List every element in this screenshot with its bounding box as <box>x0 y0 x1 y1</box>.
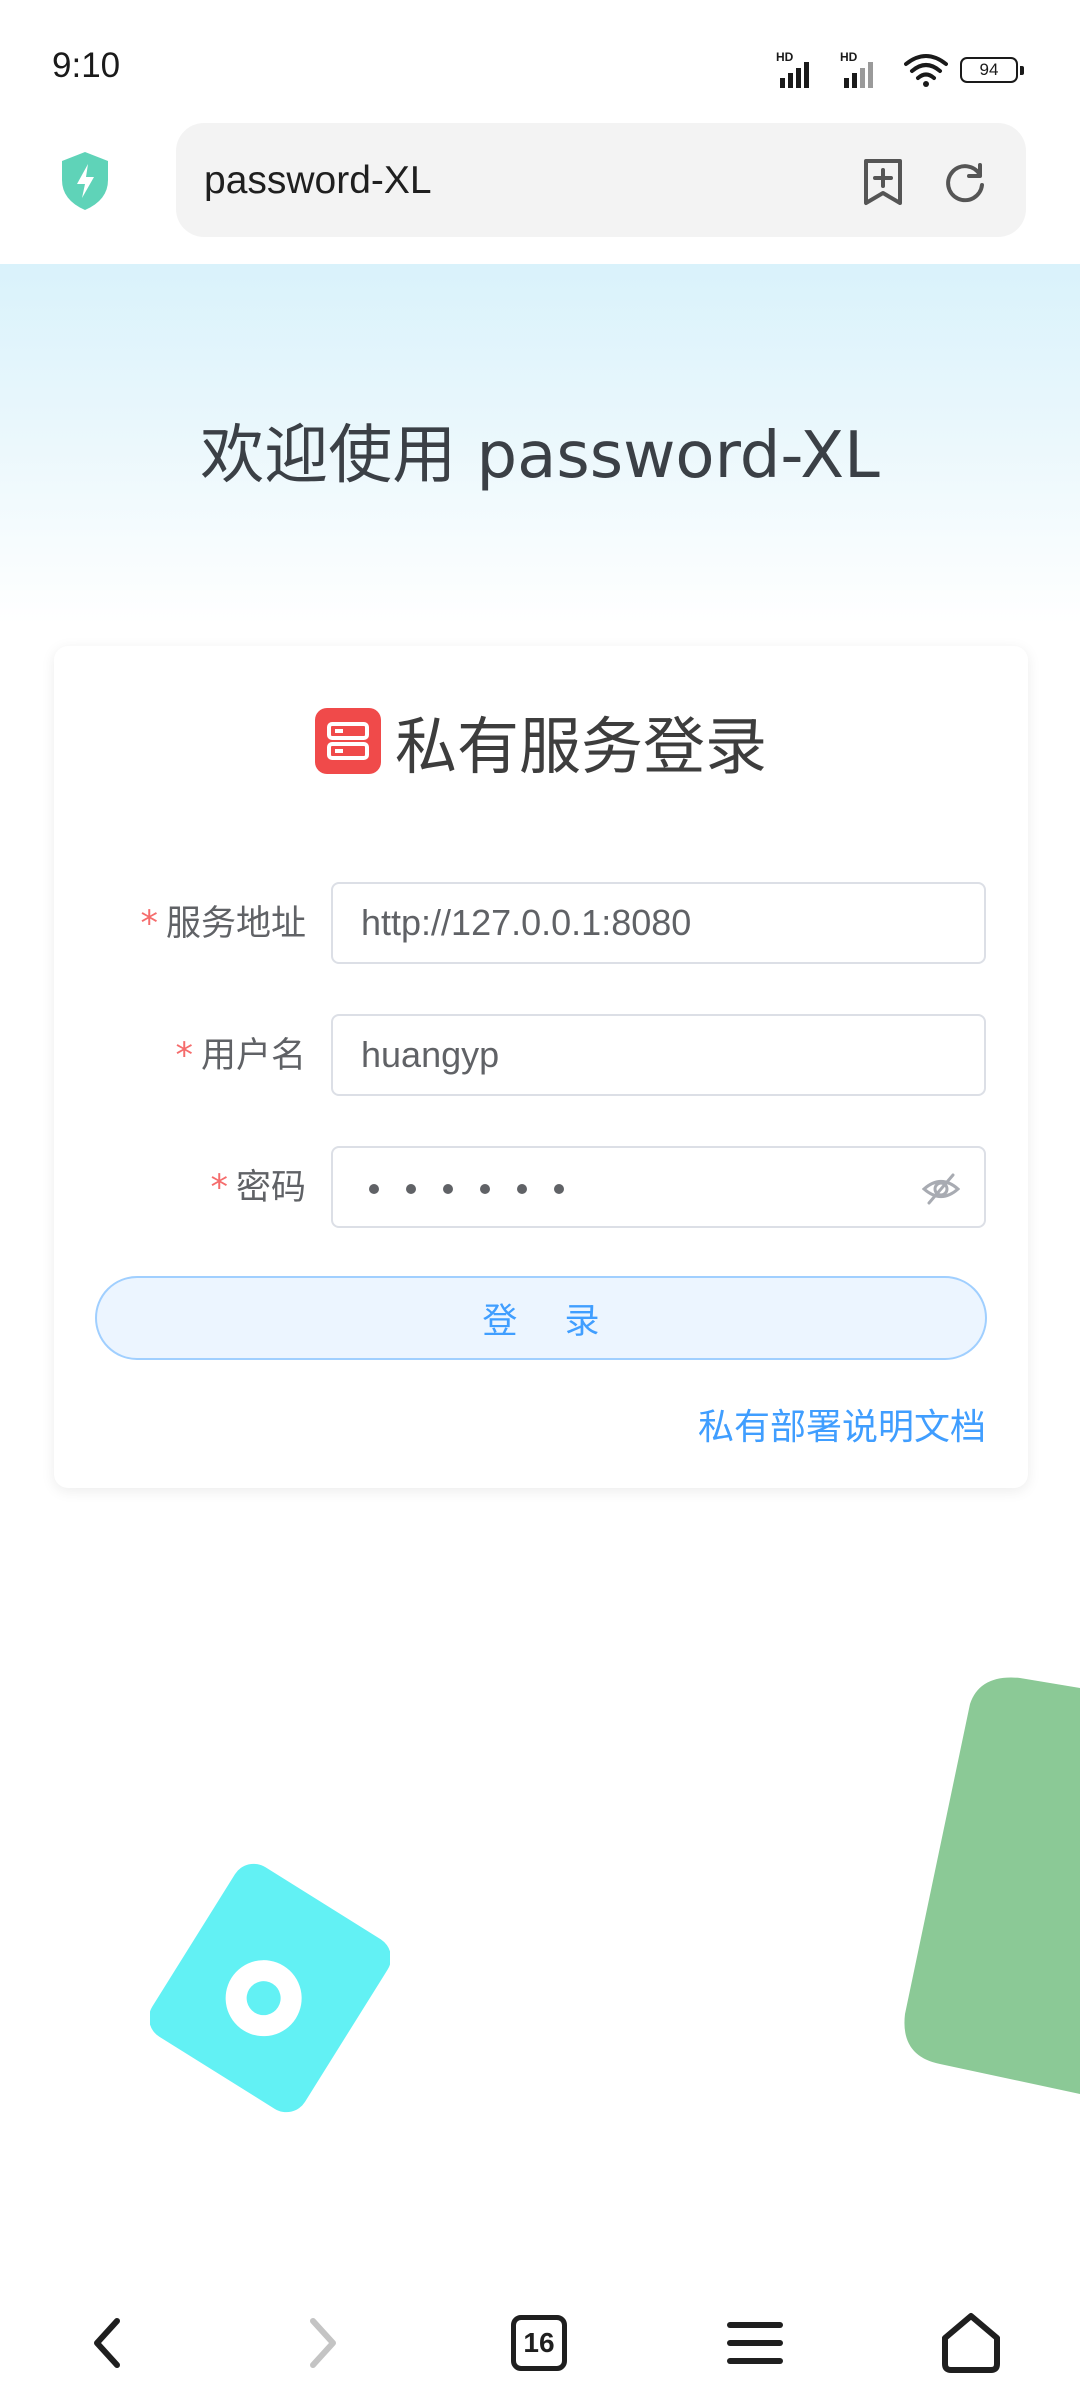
password-dot <box>443 1184 453 1194</box>
back-icon[interactable] <box>89 2315 125 2371</box>
shield-icon[interactable] <box>58 150 112 212</box>
welcome-title: 欢迎使用 password-XL <box>200 419 880 493</box>
server-address-label: * 服务地址 <box>140 882 306 966</box>
menu-button[interactable] <box>710 2308 800 2378</box>
password-dots[interactable] <box>369 1184 564 1194</box>
required-mark: * <box>175 1036 193 1076</box>
tab-count[interactable]: 16 <box>523 2327 554 2359</box>
server-address-label-text: 服务地址 <box>165 904 306 944</box>
signal-icon-2: HD <box>840 50 892 88</box>
back-button[interactable] <box>62 2308 152 2378</box>
forward-button[interactable] <box>278 2308 368 2378</box>
decorative-green-shape <box>904 1677 1080 2094</box>
password-label: * 密码 <box>210 1146 306 1230</box>
required-mark: * <box>140 904 158 944</box>
login-card: 私有服务登录 * 服务地址 http://127.0.0.1:8080 * 用户名 … <box>54 646 1028 1488</box>
login-button[interactable]: 登 录 <box>95 1276 987 1360</box>
card-title: 私有服务登录 <box>394 710 767 783</box>
password-dot <box>517 1184 527 1194</box>
server-icon <box>314 708 381 774</box>
tabs-button[interactable]: 16 <box>494 2308 584 2378</box>
menu-icon[interactable] <box>726 2317 784 2369</box>
battery-icon: 94 <box>960 57 1024 83</box>
password-dot <box>406 1184 416 1194</box>
password-dot <box>554 1184 564 1194</box>
card-header: 私有服务登录 <box>54 646 1028 816</box>
username-value[interactable]: huangyp <box>361 1016 499 1094</box>
eye-off-icon[interactable] <box>922 1172 960 1206</box>
status-icons: HD HD 94 <box>776 50 1024 90</box>
reload-icon[interactable] <box>942 159 988 205</box>
forward-icon[interactable] <box>305 2315 341 2371</box>
address-text[interactable]: password-XL <box>204 159 432 203</box>
server-address-row: * 服务地址 http://127.0.0.1:8080 <box>54 882 1028 966</box>
home-button[interactable] <box>926 2308 1016 2378</box>
username-label: * 用户名 <box>175 1014 306 1098</box>
password-input[interactable] <box>331 1146 986 1228</box>
status-time: 9:10 <box>52 46 121 85</box>
username-input[interactable]: huangyp <box>331 1014 986 1096</box>
bottom-navigation: 16 <box>0 2308 1080 2400</box>
server-address-input[interactable]: http://127.0.0.1:8080 <box>331 882 986 964</box>
password-dot <box>480 1184 490 1194</box>
address-bar[interactable]: password-XL <box>176 123 1026 237</box>
wifi-icon <box>904 54 948 87</box>
home-icon[interactable] <box>939 2312 1003 2374</box>
signal-icon: HD <box>776 50 828 88</box>
password-row: * 密码 <box>54 1146 1028 1230</box>
password-label-text: 密码 <box>235 1168 306 1208</box>
username-row: * 用户名 huangyp <box>54 1014 1028 1098</box>
deployment-docs-link[interactable]: 私有部署说明文档 <box>698 1398 986 1450</box>
bookmark-add-icon[interactable] <box>860 157 906 207</box>
battery-level: 94 <box>979 60 999 79</box>
required-mark: * <box>210 1168 228 1208</box>
browser-toolbar: password-XL <box>0 120 1080 264</box>
status-bar: 9:10 HD HD 94 <box>0 0 1080 120</box>
server-address-value[interactable]: http://127.0.0.1:8080 <box>361 884 691 962</box>
password-dot <box>369 1184 379 1194</box>
tabs-icon[interactable]: 16 <box>511 2315 567 2371</box>
username-label-text: 用户名 <box>200 1036 306 1076</box>
page-content: 欢迎使用 password-XL 私有服务登录 * 服务地址 http://127… <box>0 264 1080 2308</box>
decorative-cyan-shape <box>150 1863 390 2113</box>
